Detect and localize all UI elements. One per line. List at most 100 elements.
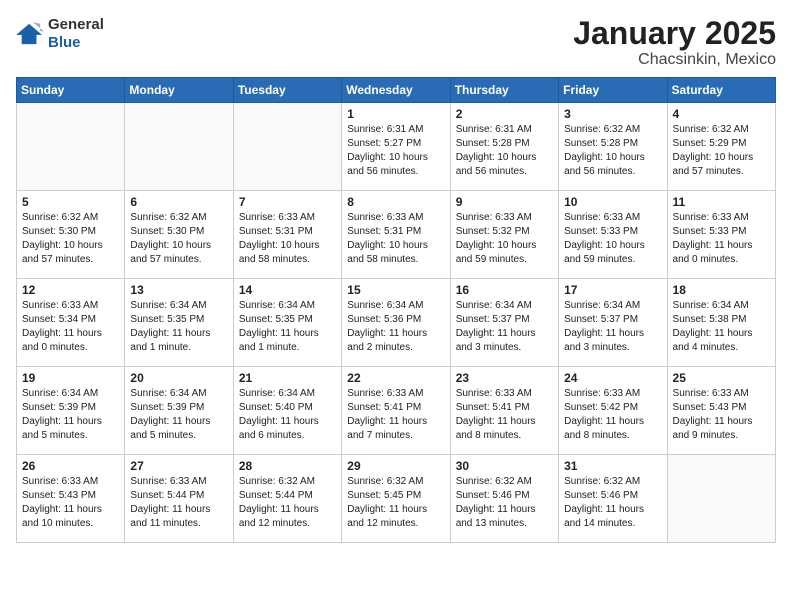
day-number: 6 bbox=[130, 195, 227, 209]
day-number: 4 bbox=[673, 107, 770, 121]
day-number: 7 bbox=[239, 195, 336, 209]
day-info: Sunrise: 6:33 AMSunset: 5:33 PMDaylight:… bbox=[564, 211, 661, 267]
day-info: Sunrise: 6:34 AMSunset: 5:36 PMDaylight:… bbox=[347, 299, 444, 355]
day-number: 15 bbox=[347, 283, 444, 297]
calendar-cell: 29Sunrise: 6:32 AMSunset: 5:45 PMDayligh… bbox=[342, 455, 450, 543]
day-number: 1 bbox=[347, 107, 444, 121]
day-number: 29 bbox=[347, 459, 444, 473]
day-number: 9 bbox=[456, 195, 553, 209]
calendar-table: SundayMondayTuesdayWednesdayThursdayFrid… bbox=[16, 77, 776, 543]
day-number: 26 bbox=[22, 459, 119, 473]
calendar-cell: 7 Sunrise: 6:33 AMSunset: 5:31 PMDaylight… bbox=[233, 191, 341, 279]
day-info: Sunrise: 6:33 AMSunset: 5:42 PMDaylight:… bbox=[564, 387, 661, 443]
day-info: Sunrise: 6:32 AMSunset: 5:46 PMDaylight:… bbox=[564, 475, 661, 531]
day-number: 11 bbox=[673, 195, 770, 209]
day-info: Sunrise: 6:33 AMSunset: 5:34 PMDaylight:… bbox=[22, 299, 119, 355]
calendar-cell bbox=[233, 103, 341, 191]
location-title: Chacsinkin, Mexico bbox=[573, 51, 776, 69]
calendar-cell: 25 Sunrise: 6:33 AMSunset: 5:43 PMDayligh… bbox=[667, 367, 775, 455]
weekday-header: Wednesday bbox=[342, 78, 450, 103]
day-number: 28 bbox=[239, 459, 336, 473]
day-number: 16 bbox=[456, 283, 553, 297]
day-number: 24 bbox=[564, 371, 661, 385]
day-info: Sunrise: 6:32 AMSunset: 5:29 PMDaylight:… bbox=[673, 123, 770, 179]
day-info: Sunrise: 6:31 AMSunset: 5:27 PMDaylight:… bbox=[347, 123, 444, 179]
calendar-cell: 4 Sunrise: 6:32 AMSunset: 5:29 PMDaylight… bbox=[667, 103, 775, 191]
day-number: 20 bbox=[130, 371, 227, 385]
calendar-cell: 3Sunrise: 6:32 AMSunset: 5:28 PMDaylight… bbox=[559, 103, 667, 191]
calendar-cell: 17Sunrise: 6:34 AMSunset: 5:37 PMDayligh… bbox=[559, 279, 667, 367]
day-info: Sunrise: 6:33 AMSunset: 5:32 PMDaylight:… bbox=[456, 211, 553, 267]
page-header: General Blue January 2025 Chacsinkin, Me… bbox=[16, 16, 776, 69]
title-block: January 2025 Chacsinkin, Mexico bbox=[573, 16, 776, 69]
calendar-cell: 30 Sunrise: 6:32 AMSunset: 5:46 PMDayligh… bbox=[450, 455, 558, 543]
day-number: 2 bbox=[456, 107, 553, 121]
day-info: Sunrise: 6:33 AMSunset: 5:44 PMDaylight:… bbox=[130, 475, 227, 531]
calendar-cell bbox=[667, 455, 775, 543]
day-info: Sunrise: 6:33 AMSunset: 5:33 PMDaylight:… bbox=[673, 211, 770, 267]
weekday-header: Saturday bbox=[667, 78, 775, 103]
day-number: 31 bbox=[564, 459, 661, 473]
calendar-cell: 18 Sunrise: 6:34 AMSunset: 5:38 PMDayligh… bbox=[667, 279, 775, 367]
day-info: Sunrise: 6:34 AMSunset: 5:37 PMDaylight:… bbox=[456, 299, 553, 355]
calendar-cell: 5Sunrise: 6:32 AMSunset: 5:30 PMDaylight… bbox=[17, 191, 125, 279]
day-number: 14 bbox=[239, 283, 336, 297]
day-number: 25 bbox=[673, 371, 770, 385]
calendar-cell: 2 Sunrise: 6:31 AMSunset: 5:28 PMDaylight… bbox=[450, 103, 558, 191]
day-number: 30 bbox=[456, 459, 553, 473]
calendar-cell: 31 Sunrise: 6:32 AMSunset: 5:46 PMDayligh… bbox=[559, 455, 667, 543]
calendar-cell: 19 Sunrise: 6:34 AMSunset: 5:39 PMDayligh… bbox=[17, 367, 125, 455]
day-number: 12 bbox=[22, 283, 119, 297]
logo-text: General Blue bbox=[48, 16, 104, 52]
calendar-week-row: 5Sunrise: 6:32 AMSunset: 5:30 PMDaylight… bbox=[17, 191, 776, 279]
weekday-header: Sunday bbox=[17, 78, 125, 103]
day-number: 23 bbox=[456, 371, 553, 385]
day-info: Sunrise: 6:32 AMSunset: 5:28 PMDaylight:… bbox=[564, 123, 661, 179]
day-info: Sunrise: 6:33 AMSunset: 5:31 PMDaylight:… bbox=[239, 211, 336, 267]
calendar-week-row: 19 Sunrise: 6:34 AMSunset: 5:39 PMDayligh… bbox=[17, 367, 776, 455]
day-info: Sunrise: 6:32 AMSunset: 5:44 PMDaylight:… bbox=[239, 475, 336, 531]
day-info: Sunrise: 6:32 AMSunset: 5:30 PMDaylight:… bbox=[130, 211, 227, 267]
day-number: 19 bbox=[22, 371, 119, 385]
calendar-cell bbox=[125, 103, 233, 191]
logo: General Blue bbox=[16, 16, 104, 52]
day-info: Sunrise: 6:34 AMSunset: 5:39 PMDaylight:… bbox=[130, 387, 227, 443]
calendar-cell: 23 Sunrise: 6:33 AMSunset: 5:41 PMDayligh… bbox=[450, 367, 558, 455]
calendar-cell: 9 Sunrise: 6:33 AMSunset: 5:32 PMDaylight… bbox=[450, 191, 558, 279]
calendar-cell: 15 Sunrise: 6:34 AMSunset: 5:36 PMDayligh… bbox=[342, 279, 450, 367]
month-title: January 2025 bbox=[573, 16, 776, 51]
day-number: 10 bbox=[564, 195, 661, 209]
day-info: Sunrise: 6:34 AMSunset: 5:35 PMDaylight:… bbox=[239, 299, 336, 355]
day-info: Sunrise: 6:34 AMSunset: 5:35 PMDaylight:… bbox=[130, 299, 227, 355]
day-info: Sunrise: 6:32 AMSunset: 5:46 PMDaylight:… bbox=[456, 475, 553, 531]
calendar-cell: 14 Sunrise: 6:34 AMSunset: 5:35 PMDayligh… bbox=[233, 279, 341, 367]
day-info: Sunrise: 6:31 AMSunset: 5:28 PMDaylight:… bbox=[456, 123, 553, 179]
day-info: Sunrise: 6:34 AMSunset: 5:40 PMDaylight:… bbox=[239, 387, 336, 443]
calendar-cell: 6 Sunrise: 6:32 AMSunset: 5:30 PMDaylight… bbox=[125, 191, 233, 279]
calendar-cell: 22Sunrise: 6:33 AMSunset: 5:41 PMDayligh… bbox=[342, 367, 450, 455]
weekday-header: Friday bbox=[559, 78, 667, 103]
calendar-cell bbox=[17, 103, 125, 191]
day-info: Sunrise: 6:33 AMSunset: 5:31 PMDaylight:… bbox=[347, 211, 444, 267]
calendar-cell: 11 Sunrise: 6:33 AMSunset: 5:33 PMDayligh… bbox=[667, 191, 775, 279]
day-info: Sunrise: 6:33 AMSunset: 5:41 PMDaylight:… bbox=[456, 387, 553, 443]
day-number: 18 bbox=[673, 283, 770, 297]
logo-general: General bbox=[48, 16, 104, 33]
calendar-week-row: 1 Sunrise: 6:31 AMSunset: 5:27 PMDaylight… bbox=[17, 103, 776, 191]
weekday-header: Monday bbox=[125, 78, 233, 103]
day-number: 21 bbox=[239, 371, 336, 385]
calendar-cell: 26Sunrise: 6:33 AMSunset: 5:43 PMDayligh… bbox=[17, 455, 125, 543]
day-info: Sunrise: 6:34 AMSunset: 5:37 PMDaylight:… bbox=[564, 299, 661, 355]
day-info: Sunrise: 6:34 AMSunset: 5:39 PMDaylight:… bbox=[22, 387, 119, 443]
calendar-cell: 16 Sunrise: 6:34 AMSunset: 5:37 PMDayligh… bbox=[450, 279, 558, 367]
weekday-header: Tuesday bbox=[233, 78, 341, 103]
weekday-header: Thursday bbox=[450, 78, 558, 103]
calendar-cell: 24 Sunrise: 6:33 AMSunset: 5:42 PMDayligh… bbox=[559, 367, 667, 455]
day-info: Sunrise: 6:33 AMSunset: 5:43 PMDaylight:… bbox=[673, 387, 770, 443]
day-number: 8 bbox=[347, 195, 444, 209]
calendar-cell: 20 Sunrise: 6:34 AMSunset: 5:39 PMDayligh… bbox=[125, 367, 233, 455]
calendar-cell: 1 Sunrise: 6:31 AMSunset: 5:27 PMDaylight… bbox=[342, 103, 450, 191]
calendar-cell: 8 Sunrise: 6:33 AMSunset: 5:31 PMDaylight… bbox=[342, 191, 450, 279]
calendar-cell: 12 Sunrise: 6:33 AMSunset: 5:34 PMDayligh… bbox=[17, 279, 125, 367]
day-info: Sunrise: 6:34 AMSunset: 5:38 PMDaylight:… bbox=[673, 299, 770, 355]
